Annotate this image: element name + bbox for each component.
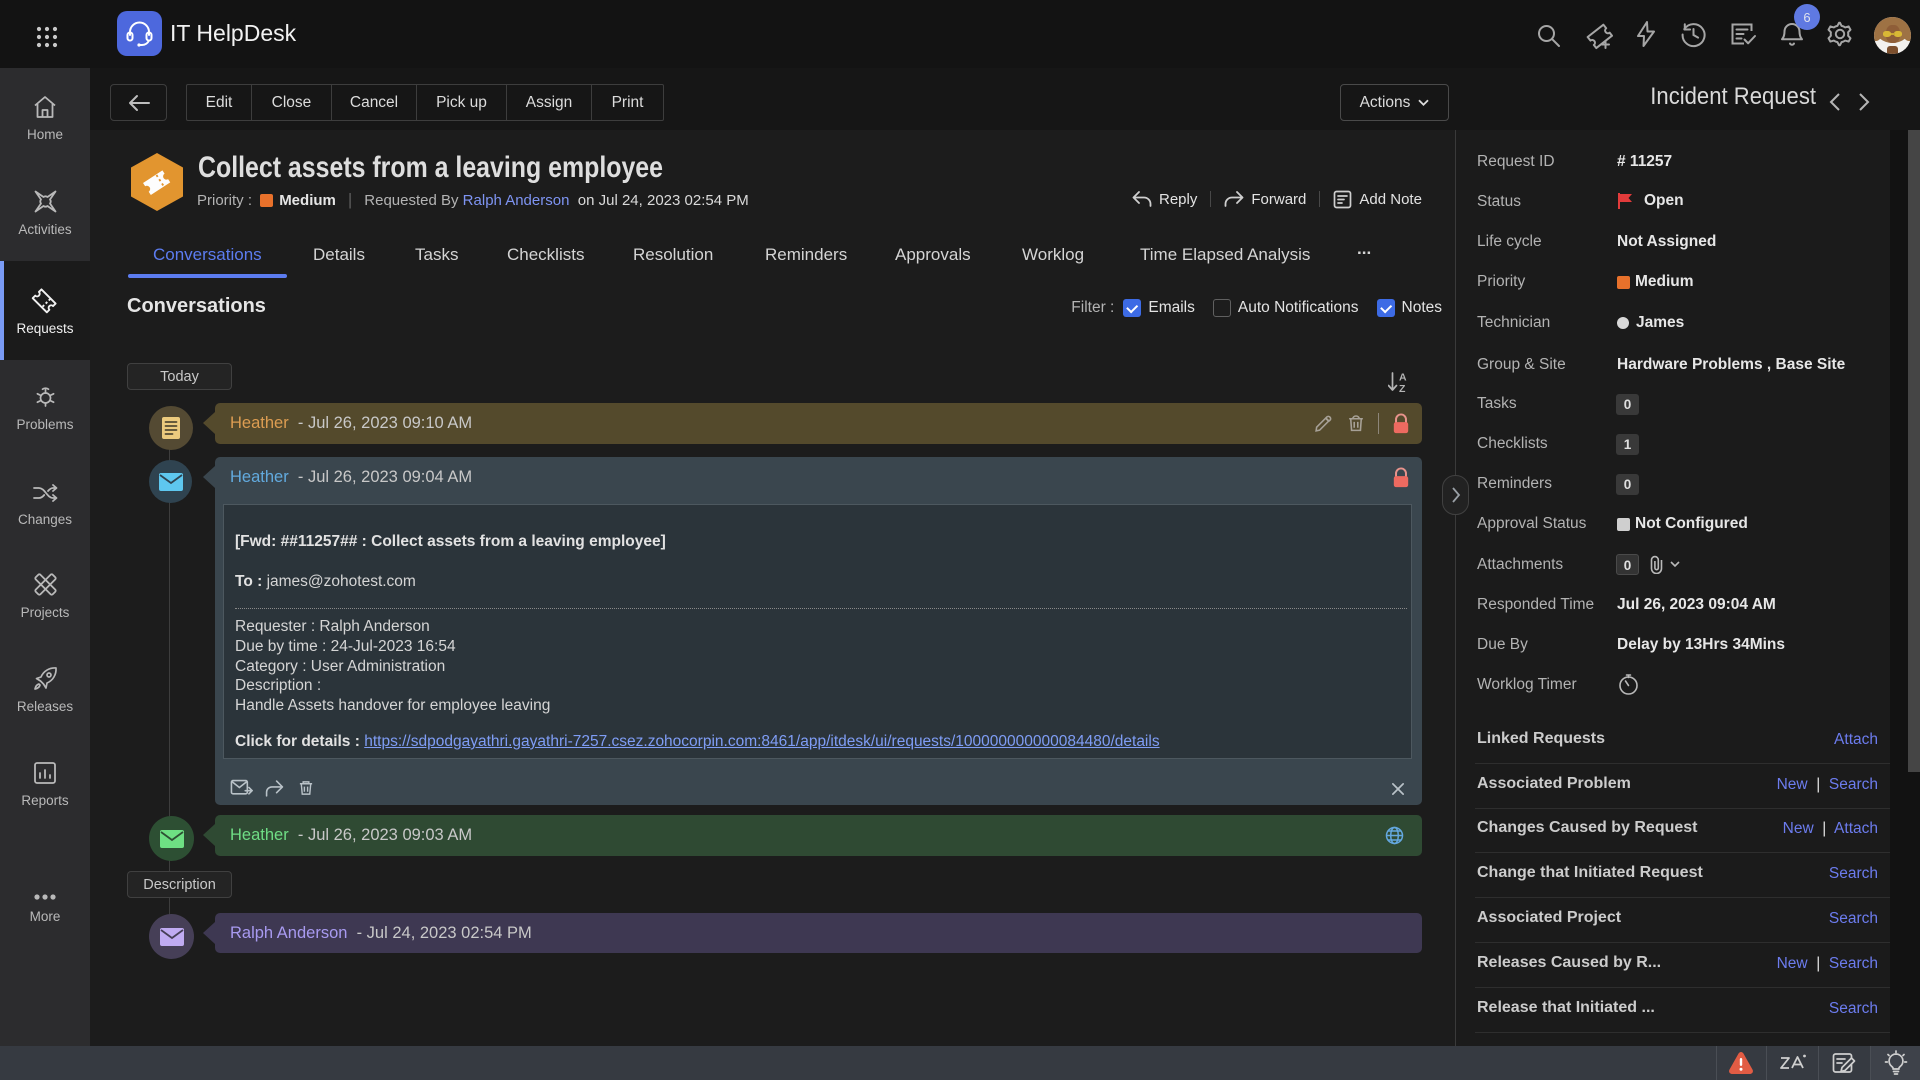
- svg-text:A: A: [1399, 372, 1407, 384]
- svg-text:Z: Z: [1399, 383, 1406, 393]
